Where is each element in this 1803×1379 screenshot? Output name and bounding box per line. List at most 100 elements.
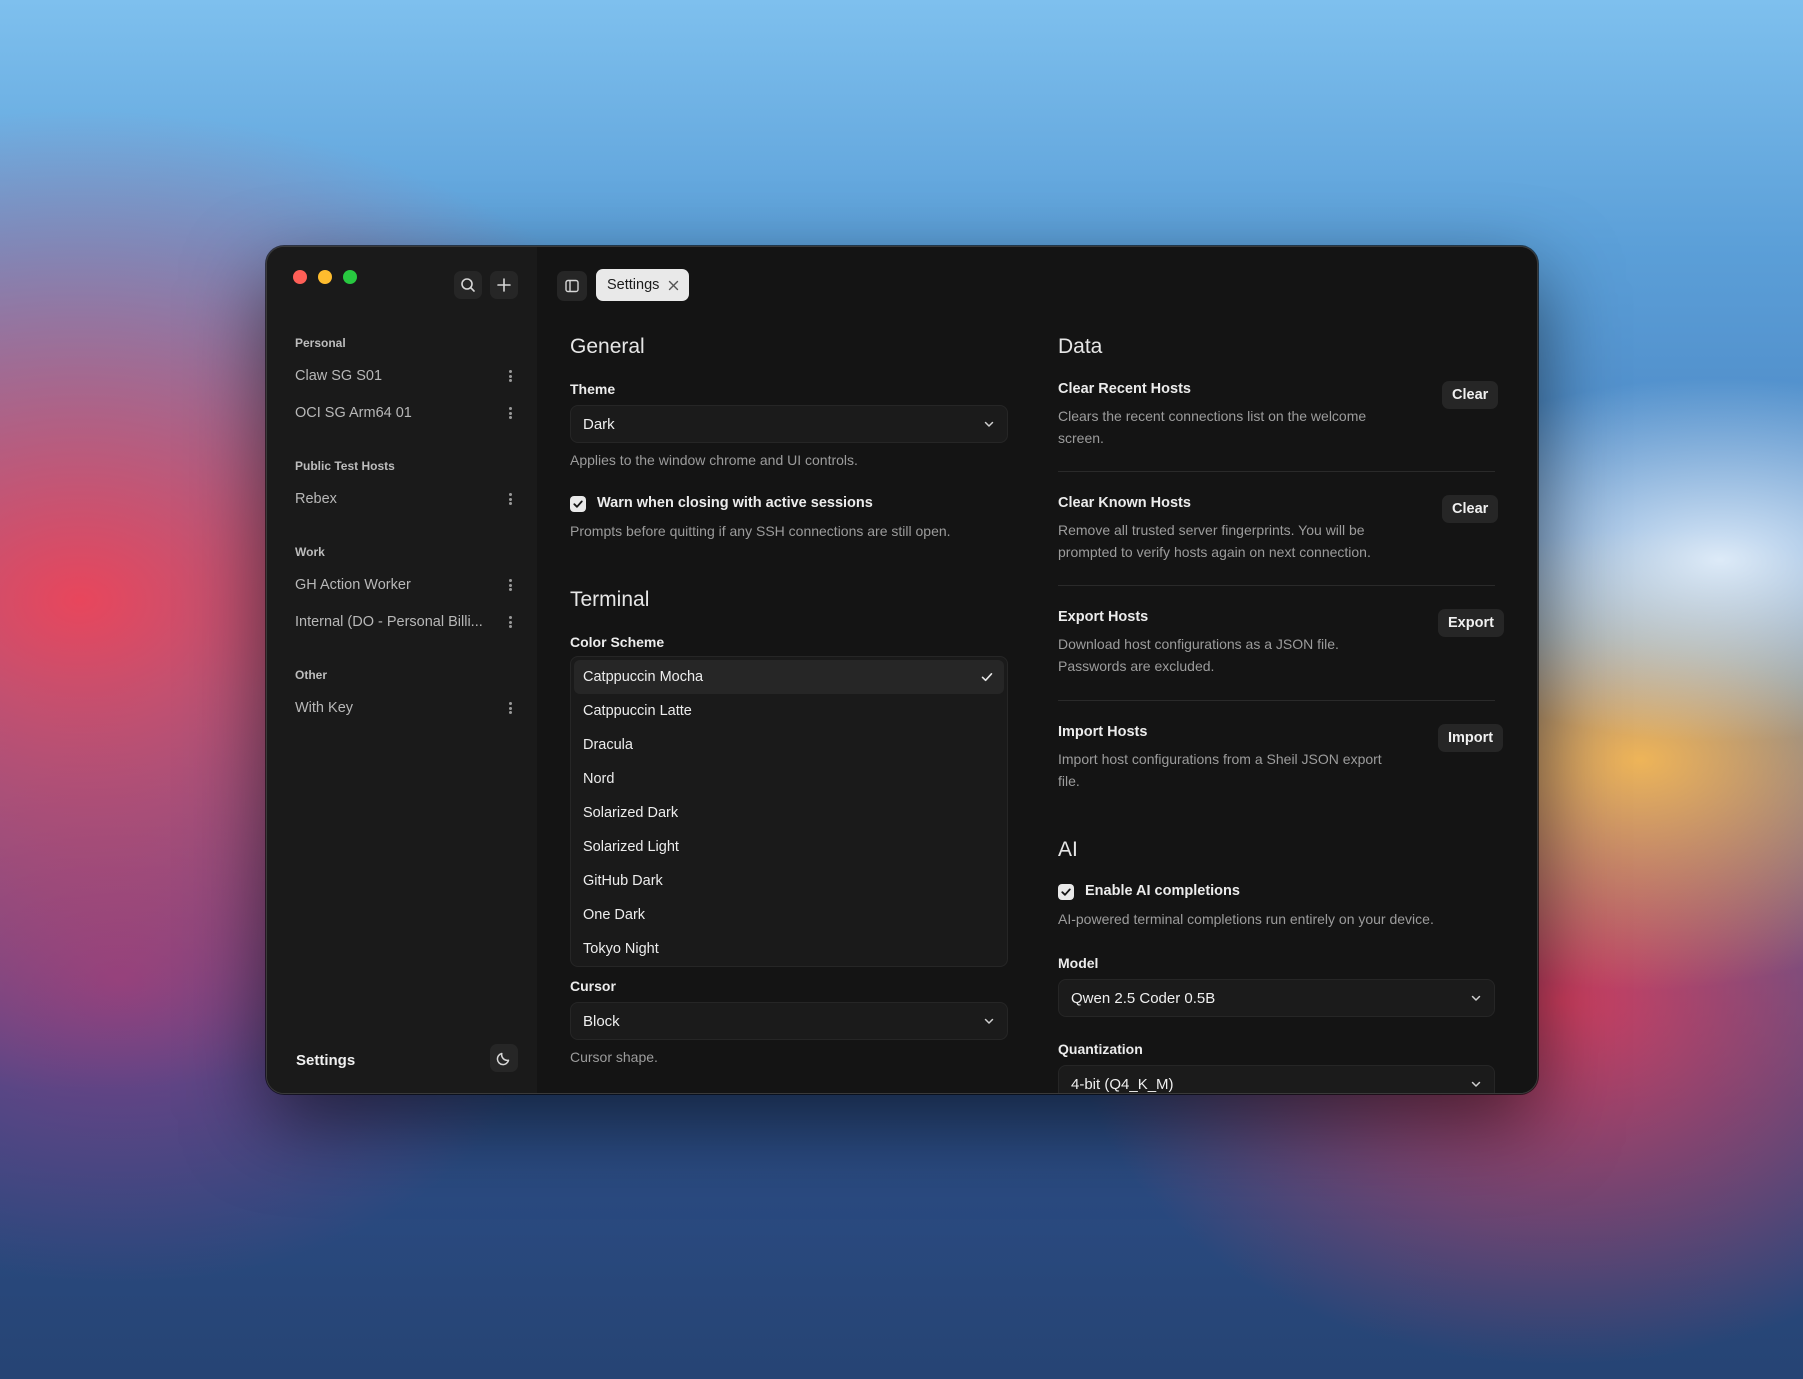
check-icon (981, 672, 993, 682)
import-hosts-button[interactable]: Import (1438, 724, 1504, 752)
sidebar-host-item[interactable]: GH Action Worker (295, 572, 515, 598)
kebab-icon[interactable] (505, 405, 515, 421)
section-title-terminal: Terminal (570, 588, 650, 611)
color-scheme-option[interactable]: Dracula (574, 728, 1004, 762)
window-controls (293, 270, 357, 284)
kebab-icon[interactable] (505, 368, 515, 384)
color-scheme-label: Color Scheme (570, 634, 665, 650)
warn-closing-checkbox[interactable] (570, 496, 586, 512)
export-hosts-desc: Download host configurations as a JSON f… (1058, 636, 1339, 674)
search-button[interactable] (454, 271, 482, 299)
kebab-icon[interactable] (505, 491, 515, 507)
color-scheme-option[interactable]: GitHub Dark (574, 864, 1004, 898)
group-label-work: Work (295, 545, 325, 559)
option-label: GitHub Dark (583, 873, 663, 889)
divider (1058, 471, 1495, 472)
cursor-label: Cursor (570, 978, 616, 994)
section-title-general: General (570, 335, 645, 358)
checkmark-icon (1061, 888, 1071, 896)
theme-select[interactable]: Dark (570, 405, 1008, 443)
sidebar-host-item[interactable]: Claw SG S01 (295, 363, 515, 389)
group-label-other: Other (295, 668, 328, 682)
kebab-icon[interactable] (505, 614, 515, 630)
chevron-down-icon (1471, 1081, 1481, 1087)
close-window-button[interactable] (293, 270, 307, 284)
add-host-button[interactable] (490, 271, 518, 299)
sidebar: Personal Claw SG S01 OCI SG Arm64 01 Pub… (267, 247, 537, 1093)
moon-icon (496, 1052, 510, 1066)
warn-closing-help: Prompts before quitting if any SSH conne… (570, 523, 951, 539)
sidebar-host-item[interactable]: With Key (295, 695, 515, 721)
app-window: Personal Claw SG S01 OCI SG Arm64 01 Pub… (266, 246, 1538, 1094)
sidebar-toggle-icon (565, 279, 579, 293)
checkmark-icon (573, 500, 583, 508)
warn-closing-label[interactable]: Warn when closing with active sessions (597, 495, 873, 511)
theme-help: Applies to the window chrome and UI cont… (570, 452, 858, 468)
cursor-value: Block (583, 1012, 620, 1030)
theme-value: Dark (583, 415, 615, 433)
color-scheme-option[interactable]: Catppuccin Mocha (574, 660, 1004, 694)
cursor-select[interactable]: Block (570, 1002, 1008, 1040)
chevron-down-icon (984, 421, 994, 427)
color-scheme-option[interactable]: Catppuccin Latte (574, 694, 1004, 728)
option-label: Tokyo Night (583, 941, 659, 957)
kebab-icon[interactable] (505, 577, 515, 593)
color-scheme-option[interactable]: Solarized Light (574, 830, 1004, 864)
model-label: Model (1058, 955, 1099, 971)
model-select[interactable]: Qwen 2.5 Coder 0.5B (1058, 979, 1495, 1017)
sidebar-host-item[interactable]: Rebex (295, 486, 515, 512)
kebab-icon[interactable] (505, 700, 515, 716)
sidebar-host-item[interactable]: OCI SG Arm64 01 (295, 400, 515, 426)
clear-recent-hosts-button[interactable]: Clear (1442, 381, 1499, 409)
export-hosts-title: Export Hosts (1058, 609, 1149, 625)
divider (1058, 585, 1495, 586)
enable-ai-label[interactable]: Enable AI completions (1085, 883, 1240, 899)
zoom-window-button[interactable] (343, 270, 357, 284)
option-label: Catppuccin Latte (583, 703, 692, 719)
close-icon[interactable] (668, 280, 679, 291)
group-label-personal: Personal (295, 336, 346, 350)
enable-ai-help: AI-powered terminal completions run enti… (1058, 911, 1434, 927)
import-hosts-desc: Import host configurations from a Sheil … (1058, 751, 1382, 789)
export-hosts-button[interactable]: Export (1438, 609, 1504, 637)
color-scheme-option[interactable]: Nord (574, 762, 1004, 796)
tab-settings[interactable]: Settings (596, 269, 690, 301)
host-name: Internal (DO - Personal Billi... (295, 614, 483, 630)
quantization-label: Quantization (1058, 1041, 1143, 1057)
chevron-down-icon (984, 1018, 994, 1024)
minimize-window-button[interactable] (318, 270, 332, 284)
settings-main: Settings General Theme Dark Applies to t… (537, 247, 1537, 1093)
model-value: Qwen 2.5 Coder 0.5B (1071, 989, 1216, 1007)
host-name: With Key (295, 700, 354, 716)
clear-known-hosts-button[interactable]: Clear (1442, 495, 1499, 523)
enable-ai-checkbox[interactable] (1058, 884, 1074, 900)
clear-known-hosts-desc: Remove all trusted server fingerprints. … (1058, 522, 1371, 560)
import-hosts-title: Import Hosts (1058, 724, 1148, 740)
color-scheme-option[interactable]: Solarized Dark (574, 796, 1004, 830)
color-scheme-option[interactable]: One Dark (574, 898, 1004, 932)
quantization-select[interactable]: 4-bit (Q4_K_M) (1058, 1065, 1495, 1093)
theme-toggle-button[interactable] (490, 1044, 518, 1072)
host-name: Rebex (295, 491, 337, 507)
sidebar-settings-link[interactable]: Settings (296, 1052, 355, 1069)
host-name: OCI SG Arm64 01 (295, 405, 412, 421)
theme-label: Theme (570, 381, 616, 397)
sidebar-host-item[interactable]: Internal (DO - Personal Billi... (295, 609, 515, 635)
plus-icon (497, 278, 511, 292)
host-name: GH Action Worker (295, 577, 411, 593)
toggle-sidebar-button[interactable] (557, 271, 587, 301)
clear-known-hosts-title: Clear Known Hosts (1058, 495, 1191, 511)
tab-label: Settings (607, 277, 660, 293)
option-label: Solarized Dark (583, 805, 679, 821)
cursor-help: Cursor shape. (570, 1049, 658, 1065)
quantization-value: 4-bit (Q4_K_M) (1071, 1075, 1174, 1093)
option-label: Solarized Light (583, 839, 679, 855)
clear-recent-hosts-title: Clear Recent Hosts (1058, 381, 1191, 397)
group-label-public-test-hosts: Public Test Hosts (295, 459, 395, 473)
host-name: Claw SG S01 (295, 368, 383, 384)
section-title-ai: AI (1058, 838, 1078, 861)
color-scheme-listbox[interactable]: Catppuccin Mocha Catppuccin Latte Dracul… (570, 656, 1008, 967)
section-title-data: Data (1058, 335, 1103, 358)
divider (1058, 700, 1495, 701)
color-scheme-option[interactable]: Tokyo Night (574, 932, 1004, 966)
